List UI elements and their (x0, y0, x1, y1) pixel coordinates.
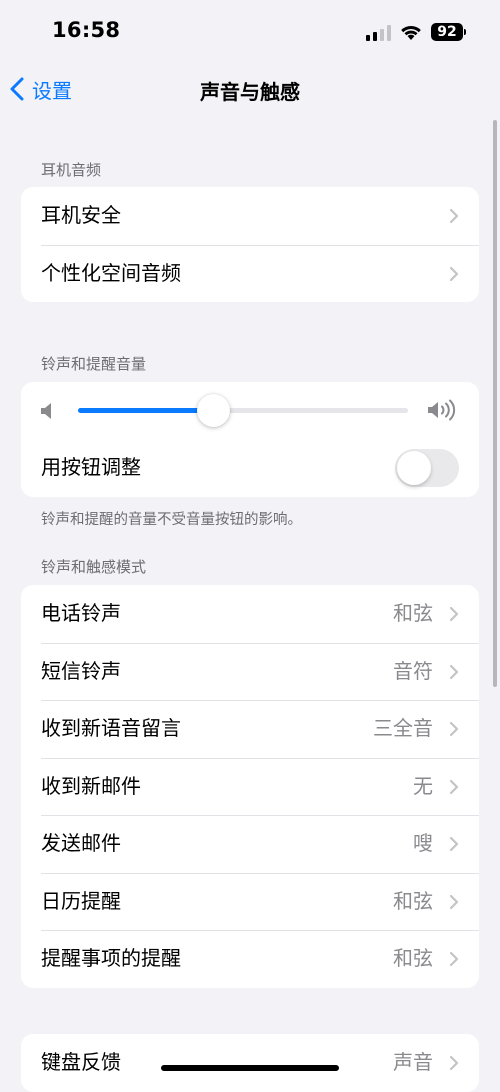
ringer-volume-slider[interactable] (78, 394, 408, 427)
chevron-right-icon (449, 266, 459, 281)
speaker-low-icon (41, 403, 51, 419)
row-value: 和弦 (393, 888, 433, 913)
row-label: 收到新语音留言 (41, 716, 181, 740)
row-text-tone[interactable]: 短信铃声 音符 (21, 642, 479, 701)
row-change-with-buttons: 用按钮调整 (21, 439, 479, 497)
row-label: 键盘反馈 (41, 1050, 121, 1074)
row-value: 和弦 (393, 601, 433, 625)
scrollbar[interactable] (493, 120, 497, 687)
ringer-volume-group: 用按钮调整 (21, 382, 479, 497)
toggle-knob (397, 451, 431, 485)
chevron-right-icon (449, 836, 459, 852)
chevron-right-icon (449, 951, 459, 967)
chevron-right-icon (449, 208, 459, 224)
row-label: 个性化空间音频 (41, 260, 181, 285)
row-reminder-alerts[interactable]: 提醒事项的提醒 和弦 (21, 930, 479, 988)
slider-knob[interactable] (196, 394, 230, 427)
row-value: 嗖 (413, 831, 433, 855)
row-personalized-spatial-audio[interactable]: 个性化空间音频 (21, 244, 479, 303)
section-header-ringer-volume: 铃声和提醒音量 (41, 355, 147, 373)
row-sent-mail[interactable]: 发送邮件 嗖 (21, 815, 479, 873)
change-with-buttons-toggle[interactable] (395, 449, 459, 487)
keyboard-group: 键盘反馈 声音 (21, 1034, 479, 1092)
row-calendar-alerts[interactable]: 日历提醒 和弦 (21, 872, 479, 931)
row-headphone-safety[interactable]: 耳机安全 (21, 187, 479, 245)
slider-fill (78, 408, 214, 413)
section-header-headphone-audio: 耳机音频 (41, 161, 102, 179)
chevron-right-icon (449, 779, 459, 794)
battery-tip (464, 29, 466, 35)
wifi-icon (401, 25, 421, 40)
row-label: 耳机安全 (41, 203, 121, 227)
row-value: 声音 (393, 1050, 433, 1074)
row-new-mail[interactable]: 收到新邮件 无 (21, 757, 479, 816)
section-header-sounds-haptics: 铃声和触感模式 (41, 558, 147, 576)
row-label: 提醒事项的提醒 (41, 946, 181, 970)
speaker-high-icon (428, 399, 456, 421)
row-label: 短信铃声 (41, 658, 121, 683)
row-keyboard-feedback[interactable]: 键盘反馈 声音 (21, 1034, 479, 1092)
chevron-right-icon (449, 721, 459, 737)
status-bar: 16:58 92 (0, 0, 500, 66)
row-value: 三全音 (373, 716, 433, 740)
status-time: 16:58 (52, 18, 121, 42)
battery-icon: 92 (431, 23, 463, 41)
chevron-right-icon (449, 894, 459, 909)
signal-icon (366, 25, 391, 41)
chevron-right-icon (449, 664, 459, 679)
row-value: 和弦 (393, 946, 433, 970)
row-label: 用按钮调整 (41, 455, 141, 479)
headphone-audio-group: 耳机安全 个性化空间音频 (21, 187, 479, 302)
row-value: 音符 (393, 658, 433, 683)
row-label: 电话铃声 (41, 601, 121, 625)
row-label: 发送邮件 (41, 831, 121, 855)
page-title: 声音与触感 (200, 80, 300, 104)
sounds-group: 电话铃声 和弦 短信铃声 音符 收到新语音留言 三全音 收到新邮件 无 发送邮件… (21, 585, 479, 988)
ringer-volume-slider-row (21, 382, 479, 439)
row-label: 收到新邮件 (41, 773, 141, 798)
chevron-right-icon (449, 1055, 459, 1071)
chevron-right-icon (449, 606, 459, 622)
ringer-footer-note: 铃声和提醒的音量不受音量按钮的影响。 (41, 512, 302, 528)
row-ringtone[interactable]: 电话铃声 和弦 (21, 585, 479, 643)
row-new-voicemail[interactable]: 收到新语音留言 三全音 (21, 700, 479, 758)
row-value: 无 (413, 773, 433, 798)
row-label: 日历提醒 (41, 888, 121, 913)
home-indicator[interactable] (161, 1065, 339, 1071)
